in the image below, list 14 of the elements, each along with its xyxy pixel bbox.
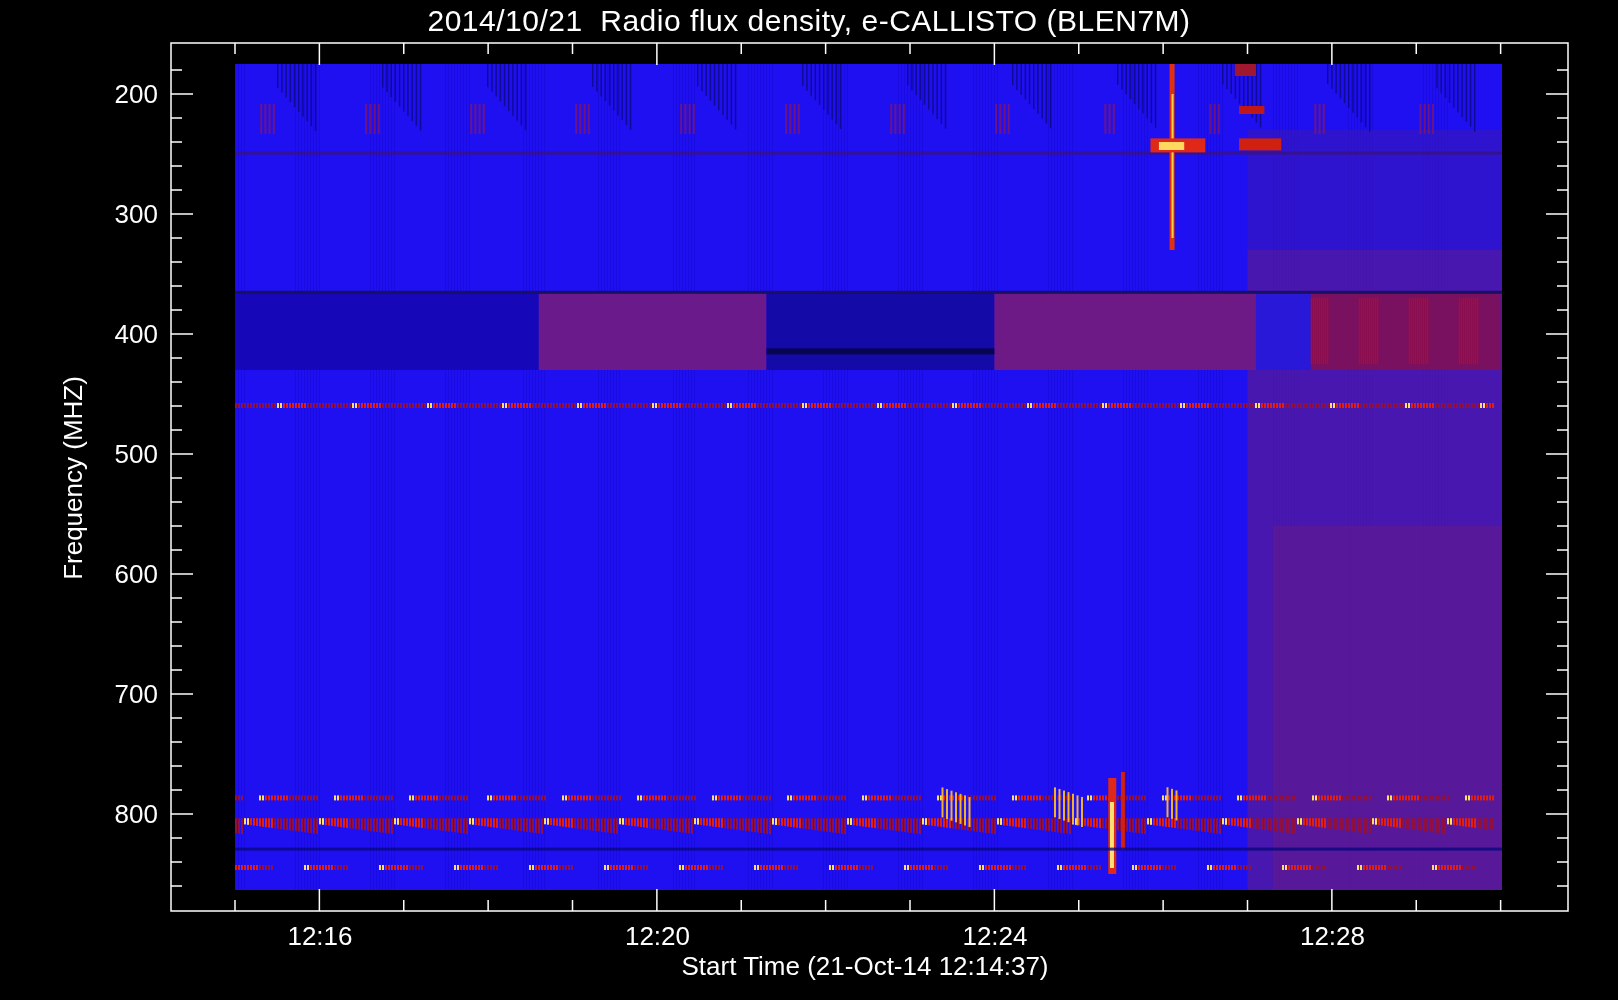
y-tick-label: 500 <box>114 439 158 469</box>
y-axis-label: Frequency (MHZ) <box>58 376 88 580</box>
x-axis-label: Start Time (21-Oct-14 12:14:37) <box>681 951 1049 981</box>
y-tick-label: 700 <box>114 679 158 709</box>
x-tick-label: 12:20 <box>624 921 691 951</box>
chart-title: 2014/10/21 Radio flux density, e-CALLISTO (BLEN7M) <box>427 4 1191 38</box>
y-tick-label: 200 <box>114 79 158 109</box>
y-tick-label: 600 <box>114 559 158 589</box>
y-tick-label: 300 <box>114 199 158 229</box>
x-tick-label: 12:24 <box>962 921 1028 951</box>
y-tick-label: 800 <box>114 799 158 829</box>
x-tick-label: 12:16 <box>287 921 353 951</box>
y-tick-label: 400 <box>114 319 158 349</box>
x-tick-label: 12:28 <box>1299 921 1366 951</box>
